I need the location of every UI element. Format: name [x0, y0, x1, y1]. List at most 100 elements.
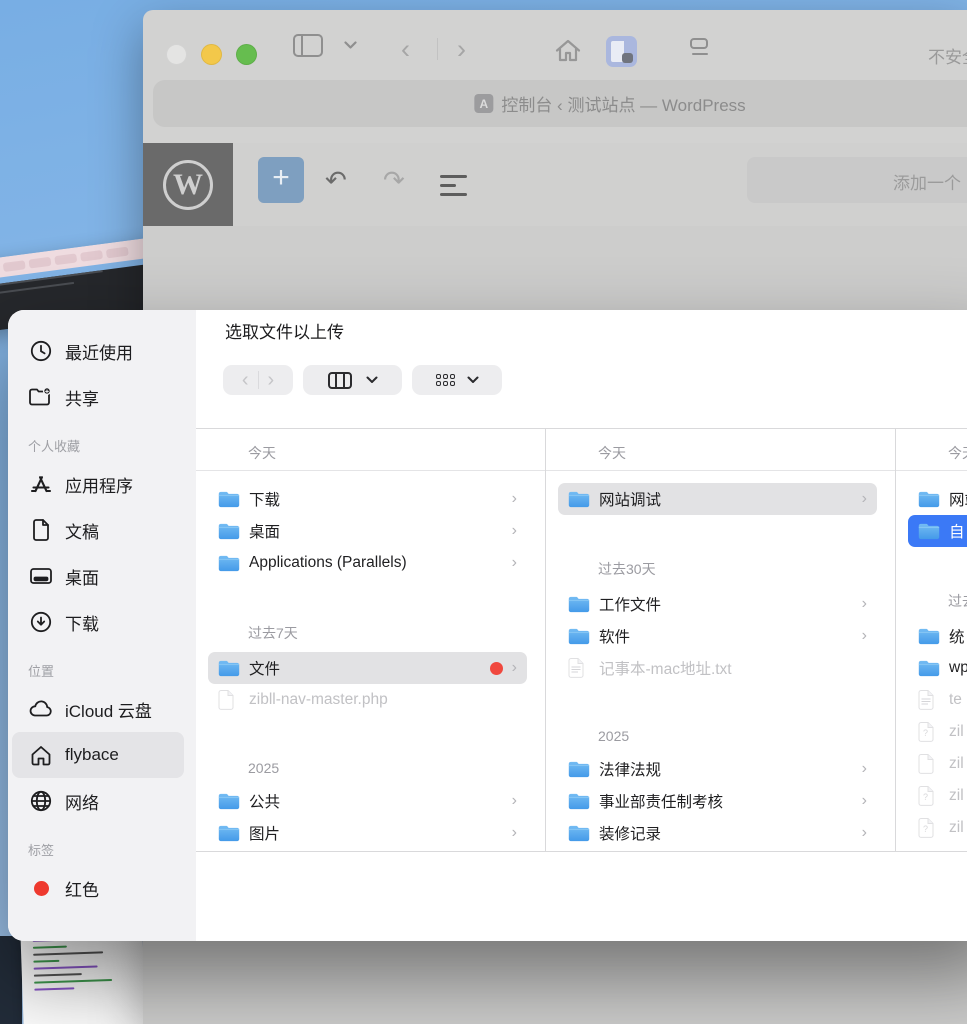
sidebar-section-header: 标签 [28, 840, 196, 859]
file-row[interactable]: 工作文件 › [558, 588, 877, 620]
chevron-right-icon: › [512, 793, 517, 809]
file-name: 工作文件 [599, 593, 661, 615]
folder-icon [218, 523, 240, 540]
file-row[interactable]: Applications (Parallels) › [208, 547, 527, 579]
sidebar-item-label: 下载 [65, 610, 99, 635]
sidebar-toggle-icon[interactable] [293, 34, 323, 57]
chevron-right-icon: › [862, 825, 867, 841]
file-group: 过去30天 统 wp te ? zil zil ? zil ? zil [896, 591, 967, 844]
folder-icon [218, 825, 240, 842]
address-bar[interactable]: A 控制台 ‹ 测试站点 — WordPress [153, 80, 967, 127]
file-group-header: 今天 [546, 429, 895, 471]
finder-toolbar: ‹ › [223, 365, 502, 395]
file-row[interactable]: ? zil [908, 812, 967, 844]
zoom-button[interactable] [236, 44, 257, 65]
redo-icon[interactable]: ↷ [383, 165, 405, 196]
file-group: 今天 网站调试 自 [896, 429, 967, 547]
file-row[interactable]: 桌面 › [208, 515, 527, 547]
folder-icon [218, 555, 240, 572]
file-row[interactable]: 公共 › [208, 785, 527, 817]
file-name: 统 [949, 625, 965, 647]
folder-icon [218, 660, 240, 677]
file-name: 法律法规 [599, 758, 661, 780]
history-nav-control: ‹ › [223, 365, 293, 395]
file-row[interactable]: zil [908, 748, 967, 780]
post-title-field[interactable]: 添加一个 [747, 157, 967, 203]
wordpress-logo[interactable]: W [143, 143, 233, 226]
file-row[interactable]: 网站调试 › [558, 483, 877, 515]
desktop-icon [29, 565, 53, 587]
file-row[interactable]: 图片 › [208, 817, 527, 849]
group-by-icon [436, 374, 455, 386]
file-row[interactable]: zibll-nav-master.php [208, 684, 527, 716]
sidebar-item[interactable]: iCloud 云盘 [12, 686, 184, 732]
minimize-button[interactable] [201, 44, 222, 65]
file-row[interactable]: 自 [908, 515, 967, 547]
file-name: 文件 [249, 657, 280, 679]
privacy-extension-icon[interactable] [606, 36, 637, 67]
group-by-button[interactable] [412, 365, 502, 395]
file-row[interactable]: 软件 › [558, 620, 877, 652]
file-group-header: 过去30天 [546, 559, 895, 579]
sidebar-item[interactable]: 文稿 [12, 507, 184, 553]
close-button[interactable] [166, 44, 187, 65]
sidebar-item[interactable]: flybace [12, 732, 184, 778]
sidebar-section-header: 位置 [28, 661, 196, 680]
page-title: 控制台 ‹ 测试站点 — WordPress [501, 91, 745, 116]
file-name: 装修记录 [599, 822, 661, 844]
file-row[interactable]: 网站调试 [908, 483, 967, 515]
file-row[interactable]: wp [908, 652, 967, 684]
folder-icon [218, 793, 240, 810]
file-name: Applications (Parallels) [249, 554, 407, 572]
sidebar-item[interactable]: 应用程序 [12, 461, 184, 507]
tab-layout-icon[interactable] [690, 38, 708, 49]
site-favicon-badge: A [474, 94, 493, 113]
list-view-icon[interactable] [440, 175, 467, 202]
file-group: 过去30天 工作文件 › 软件 › 记事本-mac地址.txt [546, 559, 895, 684]
file-row[interactable]: te [908, 684, 967, 716]
file-row[interactable]: 法律法规 › [558, 753, 877, 785]
file-row[interactable]: 记事本-mac地址.txt [558, 652, 877, 684]
unknown-file-icon: ? [918, 786, 934, 806]
folder-icon [918, 628, 940, 645]
sidebar-item-label: 红色 [65, 876, 99, 901]
sidebar-item[interactable]: 桌面 [12, 553, 184, 599]
sidebar-item[interactable]: 共享 [12, 374, 184, 420]
chevron-down-icon[interactable] [344, 41, 355, 52]
file-row[interactable]: 统 [908, 620, 967, 652]
folder-icon [568, 761, 590, 778]
home-icon[interactable] [554, 38, 582, 69]
file-name: zil [949, 723, 964, 741]
file-name: 桌面 [249, 520, 280, 542]
chevron-right-icon: › [862, 628, 867, 644]
sidebar-item[interactable]: 下载 [12, 599, 184, 645]
column-view-icon [328, 372, 352, 389]
sidebar-item-label: 共享 [65, 385, 99, 410]
file-name: 下载 [249, 488, 280, 510]
file-row[interactable]: 事业部责任制考核 › [558, 785, 877, 817]
post-title-placeholder: 添加一个 [893, 169, 961, 194]
file-row[interactable]: 文件 › [208, 652, 527, 684]
nav-divider [437, 38, 438, 60]
file-row[interactable]: ? zil [908, 716, 967, 748]
undo-icon[interactable]: ↶ [325, 165, 347, 196]
folder-icon [918, 491, 940, 508]
forward-button[interactable]: › [259, 370, 284, 390]
text-file-icon [568, 658, 584, 678]
sidebar-item[interactable]: 最近使用 [12, 328, 184, 374]
add-block-button[interactable]: + [258, 157, 304, 203]
finder-main: 选取文件以上传 ‹ › 今天 下载 › 桌面 › Applications (P… [196, 310, 967, 941]
folder-icon [918, 523, 940, 540]
back-button[interactable]: ‹ [401, 36, 410, 63]
finder-column: 今天 网站调试 自 过去30天 统 wp te ? zil zil ? zil … [896, 429, 967, 851]
forward-button[interactable]: › [457, 36, 466, 63]
file-row[interactable]: 装修记录 › [558, 817, 877, 849]
sidebar-item[interactable]: 红色 [12, 865, 184, 911]
sidebar-item[interactable]: 网络 [12, 778, 184, 824]
file-group: 今天 网站调试 › [546, 429, 895, 515]
view-mode-button[interactable] [303, 365, 402, 395]
file-row[interactable]: 下载 › [208, 483, 527, 515]
file-name: 自 [949, 520, 965, 542]
back-button[interactable]: ‹ [233, 370, 258, 390]
file-row[interactable]: ? zil [908, 780, 967, 812]
